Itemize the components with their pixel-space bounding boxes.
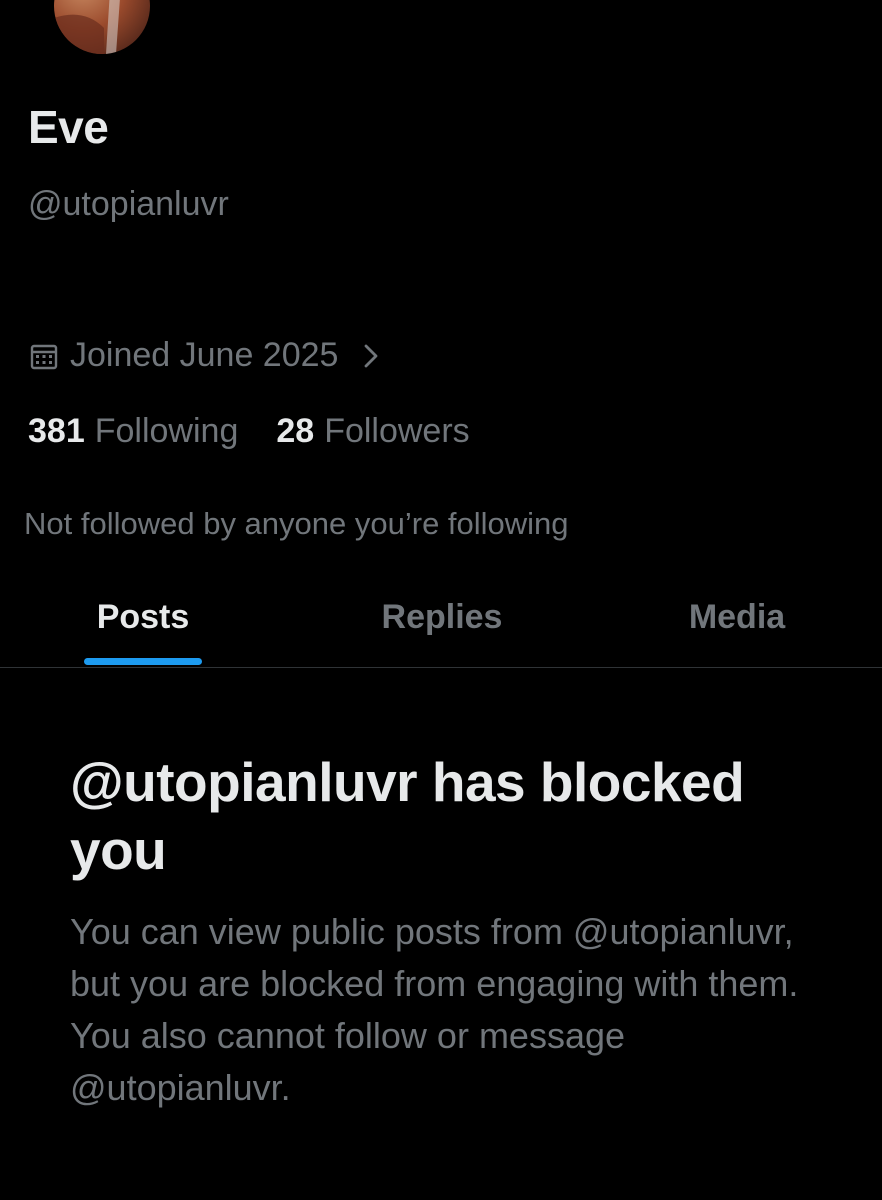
- joined-date[interactable]: Joined June 2025: [28, 336, 382, 375]
- followers-label: Followers: [324, 412, 470, 450]
- profile-handle: @utopianluvr: [28, 185, 229, 223]
- followers-count: 28: [276, 412, 315, 450]
- tab-replies[interactable]: Replies: [330, 598, 554, 637]
- joined-label: Joined June 2025: [70, 336, 339, 374]
- following-link[interactable]: 381 Following: [28, 412, 238, 451]
- display-name: Eve: [28, 101, 109, 153]
- avatar[interactable]: [54, 0, 150, 54]
- tab-posts[interactable]: Posts: [60, 598, 226, 637]
- followers-link[interactable]: 28 Followers: [276, 412, 469, 451]
- profile-tabs: Posts Replies Media: [0, 590, 882, 668]
- follow-stats: 381 Following 28 Followers: [28, 412, 470, 451]
- calendar-icon: [28, 340, 60, 372]
- following-label: Following: [94, 412, 239, 450]
- tab-media[interactable]: Media: [640, 598, 834, 637]
- active-tab-indicator: [84, 658, 202, 665]
- mutual-followers-text: Not followed by anyone you’re following: [24, 506, 569, 541]
- blocked-notice: @utopianluvr has blocked you You can vie…: [70, 748, 840, 1114]
- blocked-title: @utopianluvr has blocked you: [70, 751, 745, 881]
- blocked-body: You can view public posts from @utopianl…: [70, 911, 799, 1108]
- chevron-right-icon: [360, 341, 382, 371]
- following-count: 381: [28, 412, 85, 450]
